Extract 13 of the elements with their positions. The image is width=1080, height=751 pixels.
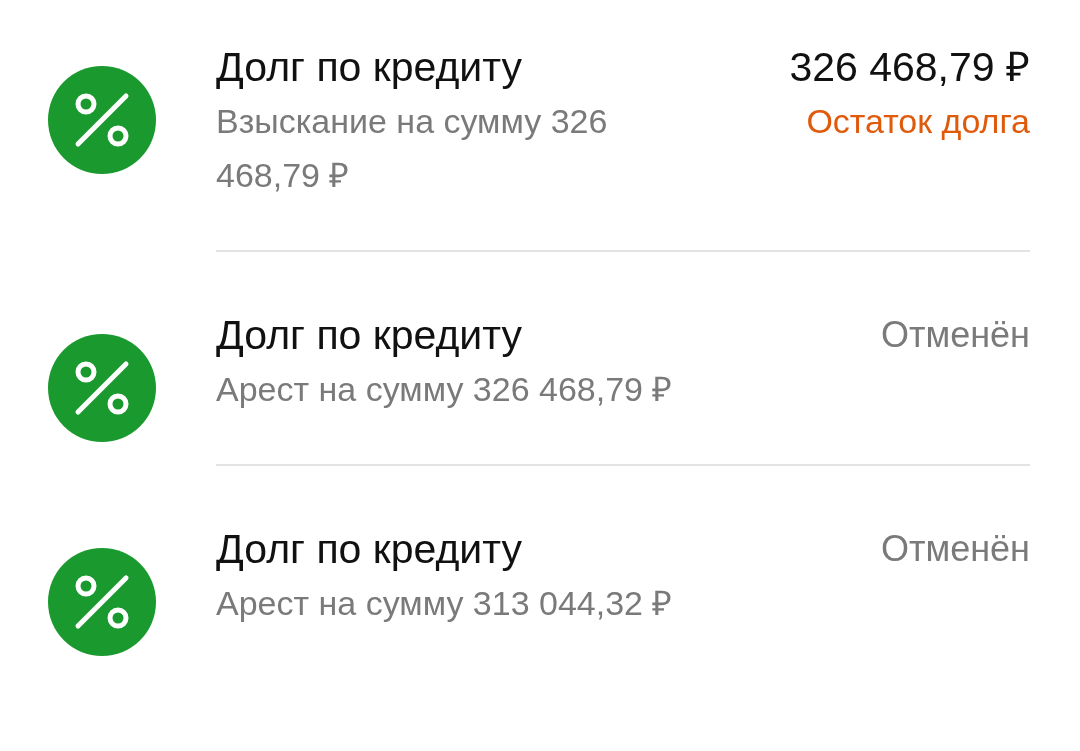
percent-icon	[48, 66, 156, 174]
status-label: Остаток долга	[805, 101, 1030, 142]
status-label: Отменён	[880, 313, 1030, 357]
operation-title: Долг по кредиту	[216, 525, 523, 574]
percent-icon	[48, 334, 156, 442]
status-label: Отменён	[880, 527, 1030, 571]
operation-description: Арест на сумму 326 468,79 ₽	[216, 369, 674, 410]
operation-description: Арест на сумму 313 044,32 ₽	[216, 583, 674, 624]
percent-icon	[48, 548, 156, 656]
amount: 326 468,79 ₽	[789, 43, 1030, 92]
operation-description: Взыскание на сумму 326 468,79 ₽	[216, 101, 609, 196]
operation-title: Долг по кредиту	[216, 311, 523, 360]
operation-title: Долг по кредиту	[216, 43, 523, 92]
